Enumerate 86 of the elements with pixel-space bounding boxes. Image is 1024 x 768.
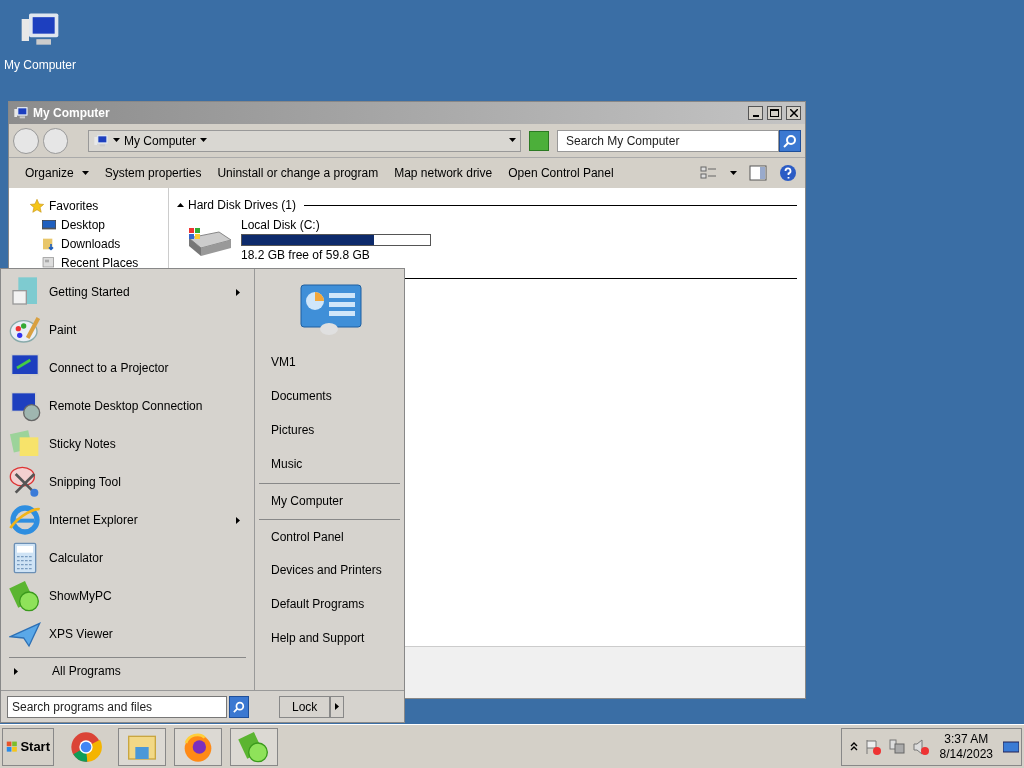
command-button[interactable]: Uninstall or change a program: [209, 161, 387, 185]
clock-time: 3:37 AM: [944, 731, 989, 747]
chrome-icon[interactable]: [70, 730, 102, 763]
caret-icon: [200, 137, 208, 144]
lock-button[interactable]: Lock: [279, 695, 331, 718]
drive-item[interactable]: Local Disk (C:) 18.2 GB free of 59.8 GB: [185, 218, 797, 262]
place-item[interactable]: Music: [259, 447, 400, 481]
program-item[interactable]: Paint: [9, 311, 254, 349]
clock-date: 8/14/2023: [939, 746, 993, 762]
place-item[interactable]: Pictures: [259, 413, 400, 447]
search-button[interactable]: [779, 129, 801, 152]
close-icon: [789, 109, 798, 117]
computer-icon: [13, 105, 29, 121]
collapse-arrow-icon[interactable]: [177, 201, 184, 209]
place-item[interactable]: Control Panel: [259, 519, 400, 553]
navigation-item[interactable]: Recent Places: [29, 253, 168, 272]
submenu-arrow-icon: [235, 288, 242, 296]
program-item[interactable]: Calculator: [9, 539, 254, 577]
place-item[interactable]: Default Programs: [259, 587, 400, 621]
free-space-text: 18.2 GB free of 59.8 GB: [241, 248, 371, 262]
taskbar-button[interactable]: [174, 727, 222, 766]
search-icon: [783, 133, 797, 148]
start-button[interactable]: Start: [2, 727, 54, 766]
speaker-icon[interactable]: [911, 737, 930, 756]
navigation-item[interactable]: Desktop: [29, 215, 168, 234]
arrow-icon: [13, 667, 20, 675]
caret-icon: [81, 169, 89, 177]
search-button[interactable]: [229, 695, 249, 718]
globe-e-icon: [9, 504, 41, 536]
chevron-up-icon[interactable]: [849, 741, 858, 752]
place-item[interactable]: My Computer: [259, 483, 400, 517]
program-item[interactable]: Connect to a Projector: [9, 349, 254, 387]
place-item[interactable]: Documents: [259, 379, 400, 413]
dropdown-arrow-icon[interactable]: [509, 137, 517, 144]
scissors-icon: [9, 466, 41, 498]
program-item[interactable]: Internet Explorer: [9, 501, 254, 539]
minimize-icon: [752, 115, 759, 117]
command-button[interactable]: Organize: [17, 161, 97, 185]
caret-icon[interactable]: [730, 169, 737, 177]
maximize-button[interactable]: [767, 106, 782, 120]
group-header[interactable]: Hard Disk Drives (1): [188, 196, 296, 214]
monitor-icon: [9, 390, 41, 422]
taskbar-button[interactable]: [118, 727, 166, 766]
close-button[interactable]: [786, 106, 801, 120]
shutdown-options-button[interactable]: [330, 695, 345, 718]
program-item[interactable]: Getting Started: [9, 273, 254, 311]
minimize-button[interactable]: [748, 106, 763, 120]
place-item[interactable]: VM1: [259, 345, 400, 379]
app-icon: [9, 580, 41, 612]
program-item[interactable]: XPS Viewer: [9, 615, 254, 653]
pane-icon[interactable]: [749, 165, 767, 181]
place-item[interactable]: Help and Support: [259, 621, 400, 655]
maximize-icon: [770, 109, 779, 117]
submenu-arrow-icon: [235, 516, 242, 524]
network-icon[interactable]: [887, 737, 906, 756]
drive-name: Local Disk (C:): [241, 218, 321, 232]
command-button[interactable]: Map network drive: [386, 161, 501, 185]
search-icon: [233, 700, 245, 713]
help-icon[interactable]: [779, 164, 797, 182]
window-title: My Computer: [33, 105, 111, 122]
all-programs-item[interactable]: All Programs: [9, 658, 254, 684]
command-button[interactable]: System properties: [96, 161, 210, 185]
navigation-item[interactable]: Downloads: [29, 234, 168, 253]
program-item[interactable]: ShowMyPC: [9, 577, 254, 615]
place-item[interactable]: Devices and Printers: [259, 553, 400, 587]
address-bar[interactable]: My Computer: [88, 129, 522, 152]
arrow-icon: [333, 703, 341, 710]
view-icon[interactable]: [700, 165, 718, 181]
caret-icon: [113, 137, 121, 144]
flag-icon[interactable]: [863, 737, 882, 756]
computer-icon: [93, 132, 110, 149]
command-button[interactable]: Open Control Panel: [500, 161, 622, 185]
star-icon: [29, 197, 45, 214]
taskbar-button[interactable]: [230, 727, 278, 766]
refresh-button[interactable]: [529, 130, 549, 151]
search-field[interactable]: Search My Computer: [557, 129, 779, 152]
app-icon: [238, 730, 270, 763]
program-item[interactable]: Remote Desktop Connection: [9, 387, 254, 425]
navigation-item[interactable]: Favorites: [29, 196, 168, 215]
palette-icon: [9, 314, 41, 346]
desktop-shortcut[interactable]: My Computer: [2, 8, 78, 74]
program-search-field[interactable]: Search programs and files: [7, 695, 227, 718]
program-item[interactable]: Sticky Notes: [9, 425, 254, 463]
program-item[interactable]: Snipping Tool: [9, 463, 254, 501]
address-text: My Computer: [124, 132, 197, 150]
firefox-icon[interactable]: [182, 730, 214, 763]
